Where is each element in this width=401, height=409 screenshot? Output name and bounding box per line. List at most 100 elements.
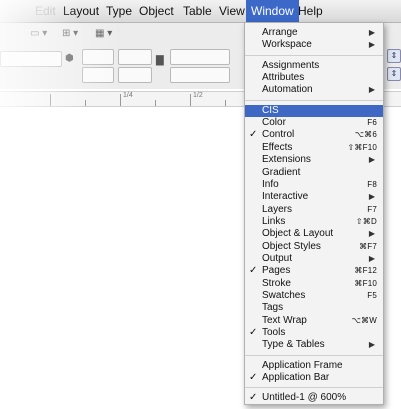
menu-item-label: Interactive bbox=[262, 191, 309, 203]
menu-type[interactable]: Type bbox=[101, 0, 137, 22]
menu-item-shortcut: ⌥⌘W bbox=[351, 315, 377, 325]
shear-field[interactable] bbox=[170, 67, 230, 83]
menu-item-arrange[interactable]: Arrange ▶ bbox=[245, 27, 383, 39]
menu-item-label: Swatches bbox=[262, 290, 306, 301]
menu-item-cis[interactable]: CIS bbox=[245, 104, 383, 117]
scale-x-field[interactable] bbox=[82, 49, 114, 65]
rotation-field[interactable] bbox=[170, 49, 230, 65]
ruler-tick bbox=[120, 94, 121, 106]
checkmark-icon: ✓ bbox=[249, 392, 258, 404]
menu-item-label: Gradient bbox=[262, 166, 301, 178]
menu-item-untitled-1-600[interactable]: ✓ Untitled-1 @ 600% bbox=[245, 392, 383, 404]
menu-table[interactable]: Table bbox=[178, 0, 217, 22]
menu-item-tools[interactable]: ✓ Tools bbox=[245, 327, 383, 339]
checkmark-icon: ✓ bbox=[249, 327, 258, 339]
scale-y-field[interactable] bbox=[82, 67, 114, 83]
menu-item-label: CIS bbox=[262, 104, 279, 116]
menu-item-info[interactable]: Info F8 bbox=[245, 179, 383, 191]
menu-item-shortcut: ⌘F12 bbox=[354, 266, 377, 276]
checkmark-icon: ✓ bbox=[249, 372, 258, 384]
screen-mode-icon[interactable]: ▭ ▾ bbox=[30, 28, 47, 39]
menu-window[interactable]: Window bbox=[246, 0, 299, 22]
x-field[interactable] bbox=[0, 51, 62, 67]
menu-item-label: Extensions bbox=[262, 154, 311, 166]
menu-item-object-styles[interactable]: Object Styles ⌘F7 bbox=[245, 241, 383, 253]
menu-item-label: Object Styles bbox=[262, 240, 321, 252]
menu-item-label: Workspace bbox=[262, 39, 312, 51]
menu-layout[interactable]: Layout bbox=[58, 0, 104, 22]
menu-item-gradient[interactable]: Gradient bbox=[245, 167, 383, 179]
menu-item-shortcut: ⇧⌘F10 bbox=[347, 142, 377, 152]
menu-item-effects[interactable]: Effects ⇧⌘F10 bbox=[245, 142, 383, 154]
submenu-arrow-icon: ▶ bbox=[368, 28, 375, 37]
menu-item-label: Links bbox=[262, 215, 286, 227]
menu-item-label: Untitled-1 @ 600% bbox=[262, 392, 347, 404]
down-stepper-icon[interactable]: ⇕ bbox=[387, 67, 401, 81]
menu-item-attributes[interactable]: Attributes bbox=[245, 72, 383, 84]
menu-item-tags[interactable]: Tags bbox=[245, 302, 383, 314]
menu-item-shortcut: ⌘F7 bbox=[359, 241, 377, 251]
menu-item-links[interactable]: Links ⇧⌘D bbox=[245, 216, 383, 228]
menu-item-label: Tools bbox=[262, 327, 286, 339]
up-stepper-icon[interactable]: ⇕ bbox=[387, 49, 401, 63]
menu-view[interactable]: View bbox=[214, 0, 250, 22]
window-menu-dropdown: Arrange ▶ Workspace ▶ Assignments Attributes A… bbox=[244, 22, 384, 405]
menu-item-automation[interactable]: Automation ▶ bbox=[245, 84, 383, 96]
menu-item-label: Automation bbox=[262, 84, 313, 96]
menu-item-assignments[interactable]: Assignments bbox=[245, 60, 383, 72]
ruler-tick bbox=[225, 100, 226, 106]
menu-separator bbox=[245, 387, 383, 389]
menu-item-label: Type & Tables bbox=[262, 339, 325, 351]
menu-item-label: Stroke bbox=[262, 277, 291, 289]
menu-item-control[interactable]: ✓ Control ⌥⌘6 bbox=[245, 129, 383, 141]
menu-item-type-tables[interactable]: Type & Tables ▶ bbox=[245, 339, 383, 351]
height-field[interactable] bbox=[118, 67, 152, 83]
menu-item-label: Object & Layout bbox=[262, 228, 334, 240]
menu-edit[interactable]: Edit bbox=[30, 0, 61, 22]
menu-item-object-layout[interactable]: Object & Layout ▶ bbox=[245, 228, 383, 240]
menu-item-application-frame[interactable]: Application Frame bbox=[245, 360, 383, 372]
width-field[interactable] bbox=[118, 49, 152, 65]
menu-item-shortcut: F6 bbox=[367, 118, 377, 128]
submenu-arrow-icon: ▶ bbox=[368, 40, 375, 50]
menu-item-application-bar[interactable]: ✓ Application Bar bbox=[245, 372, 383, 384]
view-options-icon[interactable]: ⊞ ▾ bbox=[62, 28, 78, 39]
reference-point-icon[interactable]: ⬢ bbox=[65, 53, 74, 64]
submenu-arrow-icon: ▶ bbox=[368, 85, 375, 95]
menu-item-stroke[interactable]: Stroke ⌘F10 bbox=[245, 278, 383, 290]
submenu-arrow-icon: ▶ bbox=[368, 253, 375, 263]
checkmark-icon: ✓ bbox=[249, 129, 258, 141]
menu-separator bbox=[245, 54, 383, 56]
menu-item-label: Application Bar bbox=[262, 372, 330, 384]
menu-item-label: Color bbox=[262, 117, 286, 129]
ruler-tick bbox=[85, 100, 86, 106]
menu-help[interactable]: Help bbox=[293, 0, 328, 22]
menu-item-workspace[interactable]: Workspace ▶ bbox=[245, 39, 383, 51]
menu-object[interactable]: Object bbox=[134, 0, 179, 22]
ruler-label: 1/2 bbox=[193, 92, 203, 99]
menu-item-label: Pages bbox=[262, 265, 291, 277]
arrange-documents-icon[interactable]: ▦ ▾ bbox=[95, 28, 112, 39]
menu-item-label: Output bbox=[262, 252, 293, 264]
menu-item-swatches[interactable]: Swatches F5 bbox=[245, 290, 383, 302]
menu-item-label: Tags bbox=[262, 302, 284, 314]
menu-separator bbox=[245, 354, 383, 356]
ruler-tick bbox=[190, 94, 191, 106]
menu-bar: Edit Layout Type Object Table View Windo… bbox=[0, 0, 401, 23]
submenu-arrow-icon: ▶ bbox=[368, 340, 375, 350]
ruler-label: 1/4 bbox=[123, 92, 133, 99]
menu-item-text-wrap[interactable]: Text Wrap ⌥⌘W bbox=[245, 315, 383, 327]
menu-item-output[interactable]: Output ▶ bbox=[245, 253, 383, 265]
menu-item-interactive[interactable]: Interactive ▶ bbox=[245, 191, 383, 203]
menu-item-pages[interactable]: ✓ Pages ⌘F12 bbox=[245, 265, 383, 277]
menu-item-color[interactable]: Color F6 bbox=[245, 117, 383, 129]
submenu-arrow-icon: ▶ bbox=[368, 229, 375, 239]
menu-item-layers[interactable]: Layers F7 bbox=[245, 204, 383, 216]
menu-item-shortcut: ⇧⌘D bbox=[355, 216, 377, 226]
menu-item-extensions[interactable]: Extensions ▶ bbox=[245, 154, 383, 166]
menu-item-label: Control bbox=[262, 129, 295, 141]
side-controls: ⇕ ⇕ bbox=[385, 45, 401, 95]
submenu-arrow-icon: ▶ bbox=[368, 192, 375, 202]
menu-item-label: Attributes bbox=[262, 72, 305, 84]
constrain-proportions-icon[interactable]: ▇ bbox=[156, 55, 164, 66]
